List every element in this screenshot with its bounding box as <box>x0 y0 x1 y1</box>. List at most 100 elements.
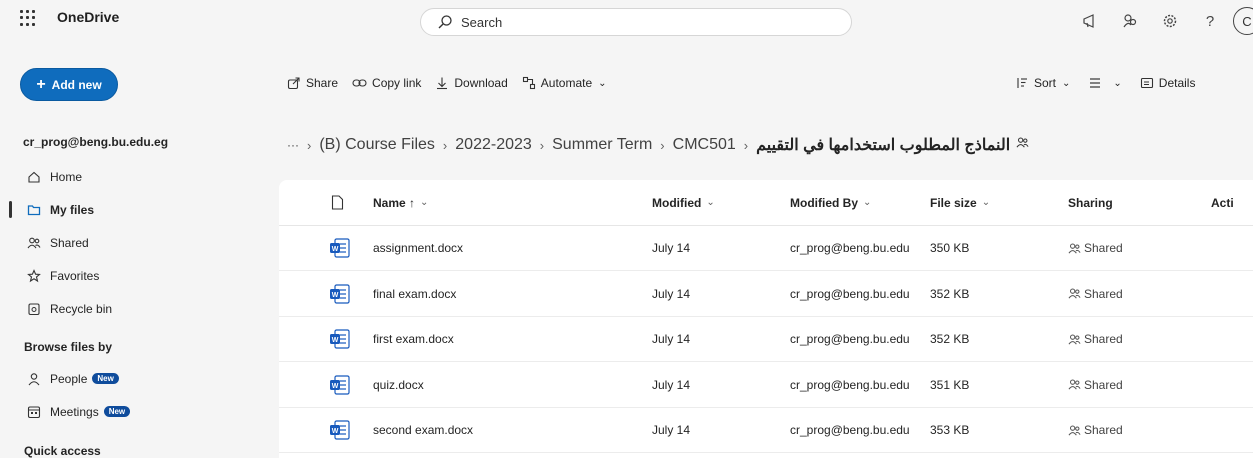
details-pane-icon <box>1140 77 1153 89</box>
chevron-down-icon: ⌄ <box>863 197 872 208</box>
file-name[interactable]: second exam.docx <box>373 408 473 452</box>
automate-button[interactable]: Automate ⌄ <box>522 76 607 90</box>
breadcrumb-overflow[interactable]: ··· <box>287 138 299 152</box>
file-name[interactable]: assignment.docx <box>373 226 463 270</box>
file-size: 350 KB <box>930 241 970 255</box>
modified-date: July 14 <box>652 377 691 392</box>
sort-icon <box>1017 78 1027 88</box>
file-size: 352 KB <box>930 332 970 346</box>
breadcrumb-current: النماذج المطلوب استخدامها في التقييم <box>756 137 1011 154</box>
sidebar-item-people[interactable]: People New <box>0 362 250 395</box>
sidebar-nav: Home My files Shared Favorites Recycle b… <box>0 160 250 325</box>
table-row[interactable]: W final exam.docx July 14 cr_prog@beng.b… <box>279 272 1253 317</box>
help-icon[interactable]: ? <box>1195 6 1225 36</box>
chevron-right-icon: › <box>660 137 665 153</box>
modified-by: cr_prog@beng.bu.edu <box>790 423 910 437</box>
breadcrumb: ··· › (B) Course Files › 2022-2023 › Sum… <box>287 135 1029 155</box>
plus-icon: + <box>36 75 46 93</box>
sidebar-item-label: Favorites <box>50 268 100 283</box>
sort-label: Sort <box>1034 76 1057 90</box>
file-size: 351 KB <box>930 377 970 392</box>
chevron-down-icon: ⌄ <box>706 197 715 208</box>
sort-button[interactable]: Sort ⌄ <box>1015 76 1070 90</box>
people-icon <box>1068 379 1081 390</box>
download-button[interactable]: Download <box>435 76 508 90</box>
shared-folder-icon <box>1016 136 1029 154</box>
home-icon <box>27 170 41 184</box>
star-icon <box>27 268 41 283</box>
table-row[interactable]: W quiz.docx July 14 cr_prog@beng.bu.edu … <box>279 363 1253 408</box>
sidebar-item-shared[interactable]: Shared <box>0 226 250 259</box>
column-header-file-size[interactable]: File size ⌄ <box>930 180 990 225</box>
sharing-status[interactable]: Shared <box>1068 317 1123 361</box>
add-new-button[interactable]: + Add new <box>20 68 118 101</box>
copy-link-button[interactable]: Copy link <box>352 76 421 90</box>
sidebar-item-favorites[interactable]: Favorites <box>0 259 250 292</box>
view-commands: Sort ⌄ ⌄ Details <box>1015 76 1213 90</box>
share-button[interactable]: Share <box>287 76 338 90</box>
app-launcher-icon[interactable] <box>20 10 36 26</box>
people-share-icon[interactable] <box>1115 6 1145 36</box>
column-header-modified[interactable]: Modified ⌄ <box>652 180 715 225</box>
sidebar-item-my-files[interactable]: My files <box>0 193 250 226</box>
chevron-down-icon: ⌄ <box>981 197 991 208</box>
megaphone-icon[interactable] <box>1075 6 1105 36</box>
view-options-button[interactable]: ⌄ <box>1088 76 1122 90</box>
copy-link-label: Copy link <box>372 76 422 90</box>
chevron-right-icon: › <box>442 137 448 153</box>
file-size: 352 KB <box>930 286 970 301</box>
svg-text:W: W <box>332 337 339 344</box>
breadcrumb-item[interactable]: CMC501 <box>673 136 736 154</box>
file-name[interactable]: final exam.docx <box>373 272 456 316</box>
sharing-status[interactable]: Shared <box>1068 363 1123 407</box>
app-name[interactable]: OneDrive <box>57 9 119 25</box>
modified-date: July 14 <box>652 332 691 346</box>
breadcrumb-item[interactable]: (B) Course Files <box>319 136 435 154</box>
sidebar-item-label: Recycle bin <box>50 301 113 316</box>
account-email: cr_prog@beng.bu.edu.eg <box>23 135 169 149</box>
browse-files-heading: Browse files by <box>24 340 113 354</box>
new-badge: New <box>103 406 131 417</box>
sidebar-item-label: My files <box>50 202 95 217</box>
word-document-icon: W <box>329 317 351 361</box>
sharing-status[interactable]: Shared <box>1068 226 1123 270</box>
table-row[interactable]: W assignment.docx July 14 cr_prog@beng.b… <box>279 226 1253 271</box>
search-placeholder: Search <box>461 14 503 30</box>
file-type-icon[interactable] <box>331 180 344 225</box>
gear-icon[interactable] <box>1155 6 1185 36</box>
details-button[interactable]: Details <box>1140 76 1195 90</box>
modified-by: cr_prog@beng.bu.edu <box>790 332 910 346</box>
file-name[interactable]: first exam.docx <box>373 317 454 361</box>
sharing-status[interactable]: Shared <box>1068 408 1123 452</box>
breadcrumb-item[interactable]: 2022-2023 <box>455 136 532 154</box>
word-document-icon: W <box>329 272 351 316</box>
table-row[interactable]: W first exam.docx July 14 cr_prog@beng.b… <box>279 317 1253 362</box>
people-icon <box>1068 288 1081 299</box>
sidebar-item-label: People <box>50 371 88 386</box>
sidebar-item-label: Home <box>50 169 83 184</box>
avatar[interactable]: C <box>1233 7 1253 35</box>
file-list-header: Name ↑ ⌄ Modified ⌄ Modified By ⌄ File size… <box>279 180 1253 226</box>
column-header-modified-by[interactable]: Modified By ⌄ <box>790 180 871 225</box>
table-row[interactable]: W second exam.docx July 14 cr_prog@beng.… <box>279 408 1253 453</box>
new-badge: New <box>92 373 119 384</box>
sidebar-item-recycle-bin[interactable]: Recycle bin <box>0 292 250 325</box>
file-size: 353 KB <box>930 423 970 437</box>
sidebar-item-label: Meetings <box>50 404 99 419</box>
word-document-icon: W <box>329 408 351 452</box>
column-header-sharing[interactable]: Sharing <box>1068 180 1113 225</box>
search-box[interactable]: Search <box>420 8 852 36</box>
sharing-status[interactable]: Shared <box>1068 272 1123 316</box>
people-icon <box>1068 334 1081 344</box>
file-name[interactable]: quiz.docx <box>373 363 424 407</box>
sidebar-item-home[interactable]: Home <box>0 160 250 193</box>
automate-icon <box>522 76 535 90</box>
svg-text:W: W <box>332 428 339 435</box>
sidebar-item-meetings[interactable]: Meetings New <box>0 395 250 428</box>
quick-access-heading: Quick access <box>24 444 101 458</box>
breadcrumb-item[interactable]: Summer Term <box>552 136 652 154</box>
column-header-activity[interactable]: Acti <box>1211 180 1234 225</box>
word-document-icon: W <box>329 363 351 407</box>
column-header-name[interactable]: Name ↑ ⌄ <box>373 180 428 225</box>
share-label: Share <box>306 76 339 90</box>
